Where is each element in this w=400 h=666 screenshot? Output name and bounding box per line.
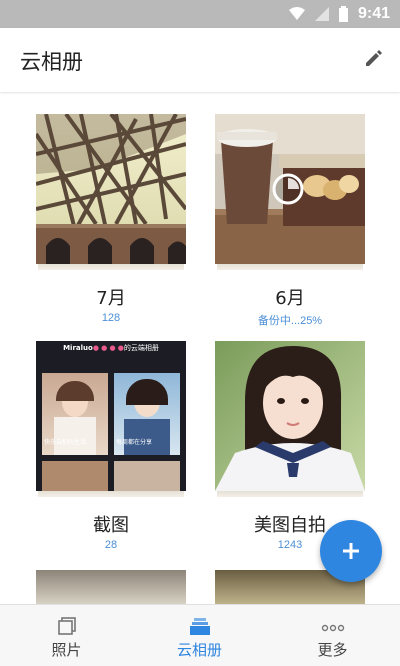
screenshot-photo: 每周都在分享: [114, 373, 180, 455]
album-card[interactable]: 6月 备份中...25%: [215, 114, 365, 329]
album-cover-image: [36, 570, 186, 604]
album-name: 截图: [93, 515, 129, 536]
album-cover-image: Miraluo● ● ● ●的云端相册 快乐自拍的生活 每周都在分享: [36, 341, 186, 491]
status-icons: 9:41: [288, 0, 390, 28]
status-bar: 9:41: [0, 0, 400, 28]
screenshot-photo: [114, 461, 180, 491]
backup-status: 备份中...25%: [257, 315, 323, 327]
add-album-button[interactable]: [320, 520, 382, 582]
cloud-album-icon: [189, 617, 210, 639]
battery-icon: [338, 6, 348, 22]
album-count: 28: [104, 539, 118, 551]
album-stack-edge: [217, 491, 363, 497]
plus-icon: [343, 543, 359, 559]
tab-label: 云相册: [176, 641, 222, 659]
screenshot-header: Miraluo● ● ● ●的云端相册: [63, 344, 159, 352]
album-cover-image: [215, 114, 365, 264]
screenshot-photo: [42, 461, 108, 491]
tab-cloud-album[interactable]: 云相册: [133, 605, 266, 666]
screenshot-caption: 快乐自拍的生活: [44, 439, 87, 446]
tab-photos[interactable]: 照片: [0, 605, 133, 666]
edit-button[interactable]: [362, 46, 386, 70]
tab-label: 更多: [317, 641, 348, 659]
album-name: 6月: [275, 288, 305, 309]
album-card[interactable]: 7月 128: [36, 114, 186, 329]
screenshot-header-name: Miraluo: [63, 344, 93, 352]
tab-more[interactable]: 更多: [266, 605, 399, 666]
album-stack-edge: [38, 264, 184, 270]
status-time: 9:41: [357, 5, 390, 22]
screenshot-caption: 每周都在分享: [116, 439, 153, 446]
album-name: 7月: [96, 288, 126, 309]
album-cover-image: [215, 341, 365, 491]
album-count: 128: [101, 312, 121, 324]
pencil-icon: [366, 50, 382, 66]
screenshot-photo: 快乐自拍的生活: [42, 373, 108, 455]
wifi-icon: [288, 7, 305, 20]
page-title: 云相册: [20, 50, 83, 74]
signal-icon: [314, 7, 329, 21]
album-stack-edge: [217, 264, 363, 270]
album-card[interactable]: Miraluo● ● ● ●的云端相册 快乐自拍的生活 每周都在分享 截图 28: [36, 341, 186, 556]
backup-progress-icon: [271, 172, 305, 206]
more-dots-icon: [321, 617, 345, 636]
album-cover-image: [36, 114, 186, 264]
album-card[interactable]: [36, 570, 186, 604]
tab-label: 照片: [51, 641, 82, 659]
photo-icon: [57, 617, 77, 639]
screenshot-header-suffix: 的云端相册: [123, 344, 159, 352]
app-bar: 云相册: [0, 28, 400, 92]
album-stack-edge: [38, 491, 184, 497]
bottom-nav: 照片 云相册 更多: [0, 604, 400, 666]
